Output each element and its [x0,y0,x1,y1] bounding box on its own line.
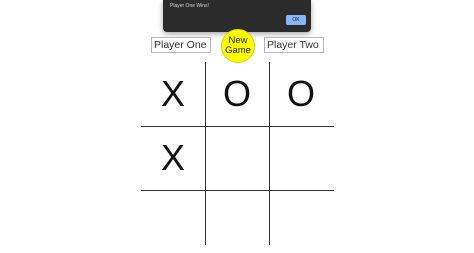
new-game-label-line2: Game [225,45,251,56]
player-two-input[interactable] [264,37,324,53]
ok-button[interactable]: OK [286,15,306,25]
board-cell-6[interactable] [270,127,332,189]
board-cell-9[interactable] [270,191,332,253]
board-cell-7[interactable] [142,191,204,253]
board-cell-8[interactable] [206,191,268,253]
board-cell-2[interactable]: O [206,63,268,125]
game-board: X O O X [141,62,334,245]
board-cell-4[interactable]: X [142,127,204,189]
player-one-input[interactable] [151,37,211,53]
board-cell-1[interactable]: X [142,63,204,125]
board-cell-5[interactable] [206,127,268,189]
alert-message: Player One Wins! [170,3,209,9]
alert-dialog: Player One Wins! OK [163,0,311,32]
new-game-button[interactable]: New Game [221,29,255,63]
board-cell-3[interactable]: O [270,63,332,125]
